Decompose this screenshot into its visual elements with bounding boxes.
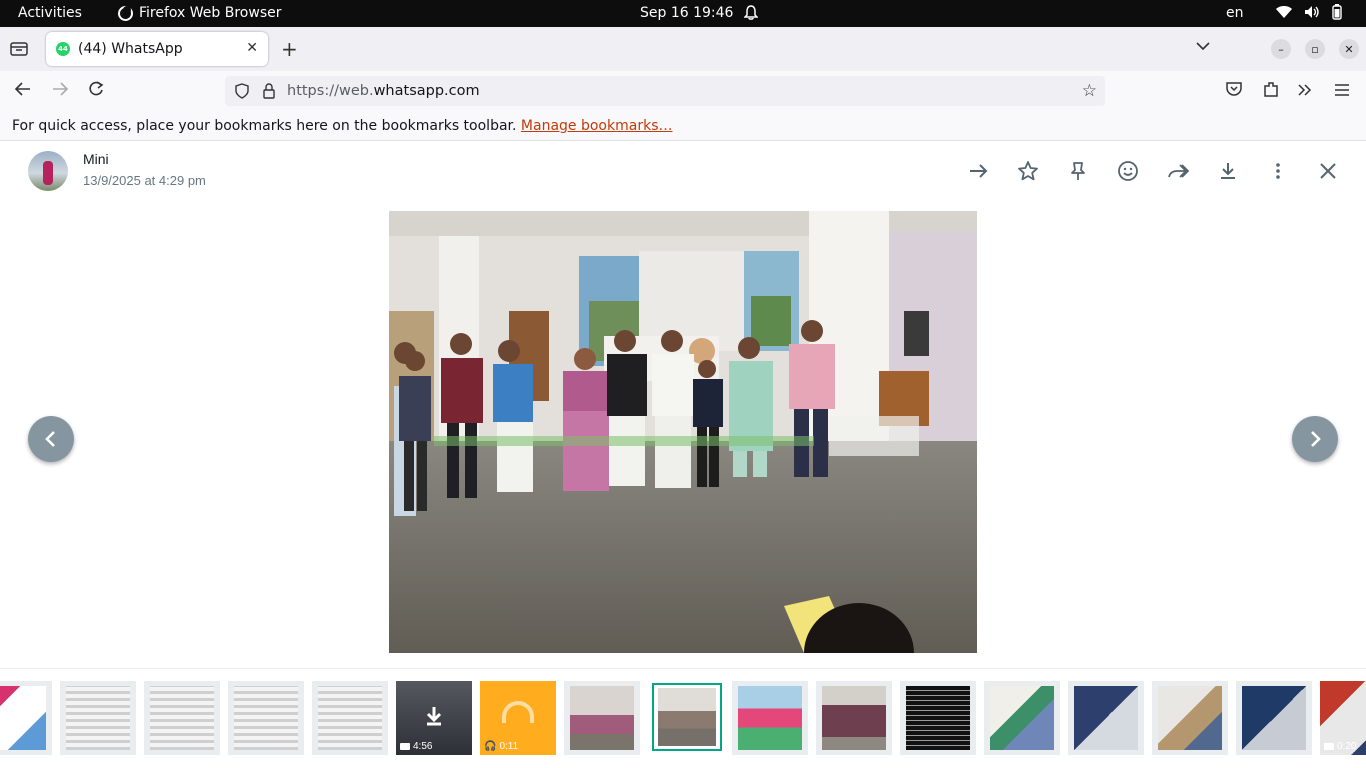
star-icon[interactable] [1017,159,1039,183]
headphones-icon: 🎧 [484,741,497,752]
back-icon[interactable] [14,81,32,102]
next-media-button[interactable] [1292,416,1338,462]
thumbnail[interactable] [732,681,808,755]
audio-duration: 🎧 0:11 [484,741,519,752]
new-tab-button[interactable]: + [281,37,298,61]
tab-strip: 44 (44) WhatsApp ✕ + – ▫ ✕ [0,27,1366,71]
thumbnail[interactable] [1068,681,1144,755]
thumbnail[interactable] [312,681,388,755]
previous-media-button[interactable] [28,416,74,462]
pocket-icon[interactable] [1225,81,1243,102]
bookmarks-toolbar: For quick access, place your bookmarks h… [0,111,1366,141]
minimize-button[interactable]: – [1271,39,1291,59]
thumbnail[interactable] [228,681,304,755]
manage-bookmarks-link[interactable]: Manage bookmarks… [521,118,673,134]
thumbnail-video[interactable]: 0:20 [1320,681,1366,755]
firefox-icon [118,5,133,21]
tracking-protection-icon[interactable] [235,83,249,99]
close-tab-icon[interactable]: ✕ [246,40,258,56]
app-menu[interactable]: Firefox Web Browser [118,5,282,21]
video-duration: 4:56 [400,741,432,752]
firefox-view-icon[interactable] [10,40,28,56]
viewer-actions [0,159,1366,183]
download-icon [426,707,442,726]
chevron-right-icon [1311,431,1321,447]
thumbnail[interactable] [1236,681,1312,755]
forward-icon[interactable] [51,81,69,102]
app-name: Firefox Web Browser [139,5,282,21]
wifi-icon [1276,5,1292,23]
thumbnail[interactable] [816,681,892,755]
system-top-bar: Activities Firefox Web Browser Sep 16 19… [0,0,1366,27]
download-icon[interactable] [1217,159,1239,183]
navigation-toolbar: https://web.whatsapp.com ☆ [0,71,1366,111]
thumbnail[interactable] [564,681,640,755]
reload-icon[interactable] [87,81,105,102]
thumbnail-active[interactable] [652,683,722,751]
thumbnail-video[interactable]: 4:56 [396,681,472,755]
notification-bell-icon[interactable] [743,5,759,25]
clock[interactable]: Sep 16 19:46 [640,5,733,21]
close-viewer-icon[interactable] [1317,159,1339,183]
react-emoji-icon[interactable] [1117,159,1139,183]
tab-whatsapp[interactable]: 44 (44) WhatsApp ✕ [46,32,268,66]
thumbnail-audio[interactable]: 🎧 0:11 [480,681,556,755]
volume-icon [1304,5,1320,23]
thumbnail[interactable] [1152,681,1228,755]
url-text: https://web.whatsapp.com [287,83,480,99]
media-image[interactable] [389,211,977,653]
thumbnail[interactable] [60,681,136,755]
more-options-icon[interactable] [1267,159,1289,183]
more-tools-icon[interactable] [1297,81,1313,102]
tab-title: (44) WhatsApp [78,41,183,57]
whatsapp-favicon-icon: 44 [56,42,70,56]
bookmarks-hint: For quick access, place your bookmarks h… [12,118,517,134]
battery-icon [1332,4,1342,24]
bookmark-star-icon[interactable]: ☆ [1082,81,1097,101]
hamburger-menu-icon[interactable] [1334,81,1350,102]
video-camera-icon [1324,743,1334,750]
thumbnail[interactable] [0,681,52,755]
thumbnail[interactable] [900,681,976,755]
thumbnail[interactable] [984,681,1060,755]
lock-icon[interactable] [263,83,275,99]
extensions-icon[interactable] [1262,81,1280,102]
address-bar[interactable]: https://web.whatsapp.com ☆ [225,76,1105,106]
list-all-tabs-icon[interactable] [1196,39,1210,55]
forward-icon[interactable] [1167,159,1189,183]
media-viewer: Mini 13/9/2025 at 4:29 pm 4:56 🎧 0:11 0:… [0,141,1366,768]
language-indicator[interactable]: en [1226,5,1244,21]
system-tray[interactable] [1276,4,1342,24]
video-duration: 0:20 [1324,741,1356,752]
maximize-button[interactable]: ▫ [1305,39,1325,59]
media-thumbnail-strip: 4:56 🎧 0:11 0:20 [0,668,1366,768]
close-window-button[interactable]: ✕ [1339,39,1359,59]
headphones-icon [502,701,534,723]
chevron-left-icon [45,431,55,447]
video-camera-icon [400,743,410,750]
go-to-message-icon[interactable] [967,159,989,183]
activities-button[interactable]: Activities [18,5,82,21]
pin-icon[interactable] [1067,159,1089,183]
thumbnail[interactable] [144,681,220,755]
